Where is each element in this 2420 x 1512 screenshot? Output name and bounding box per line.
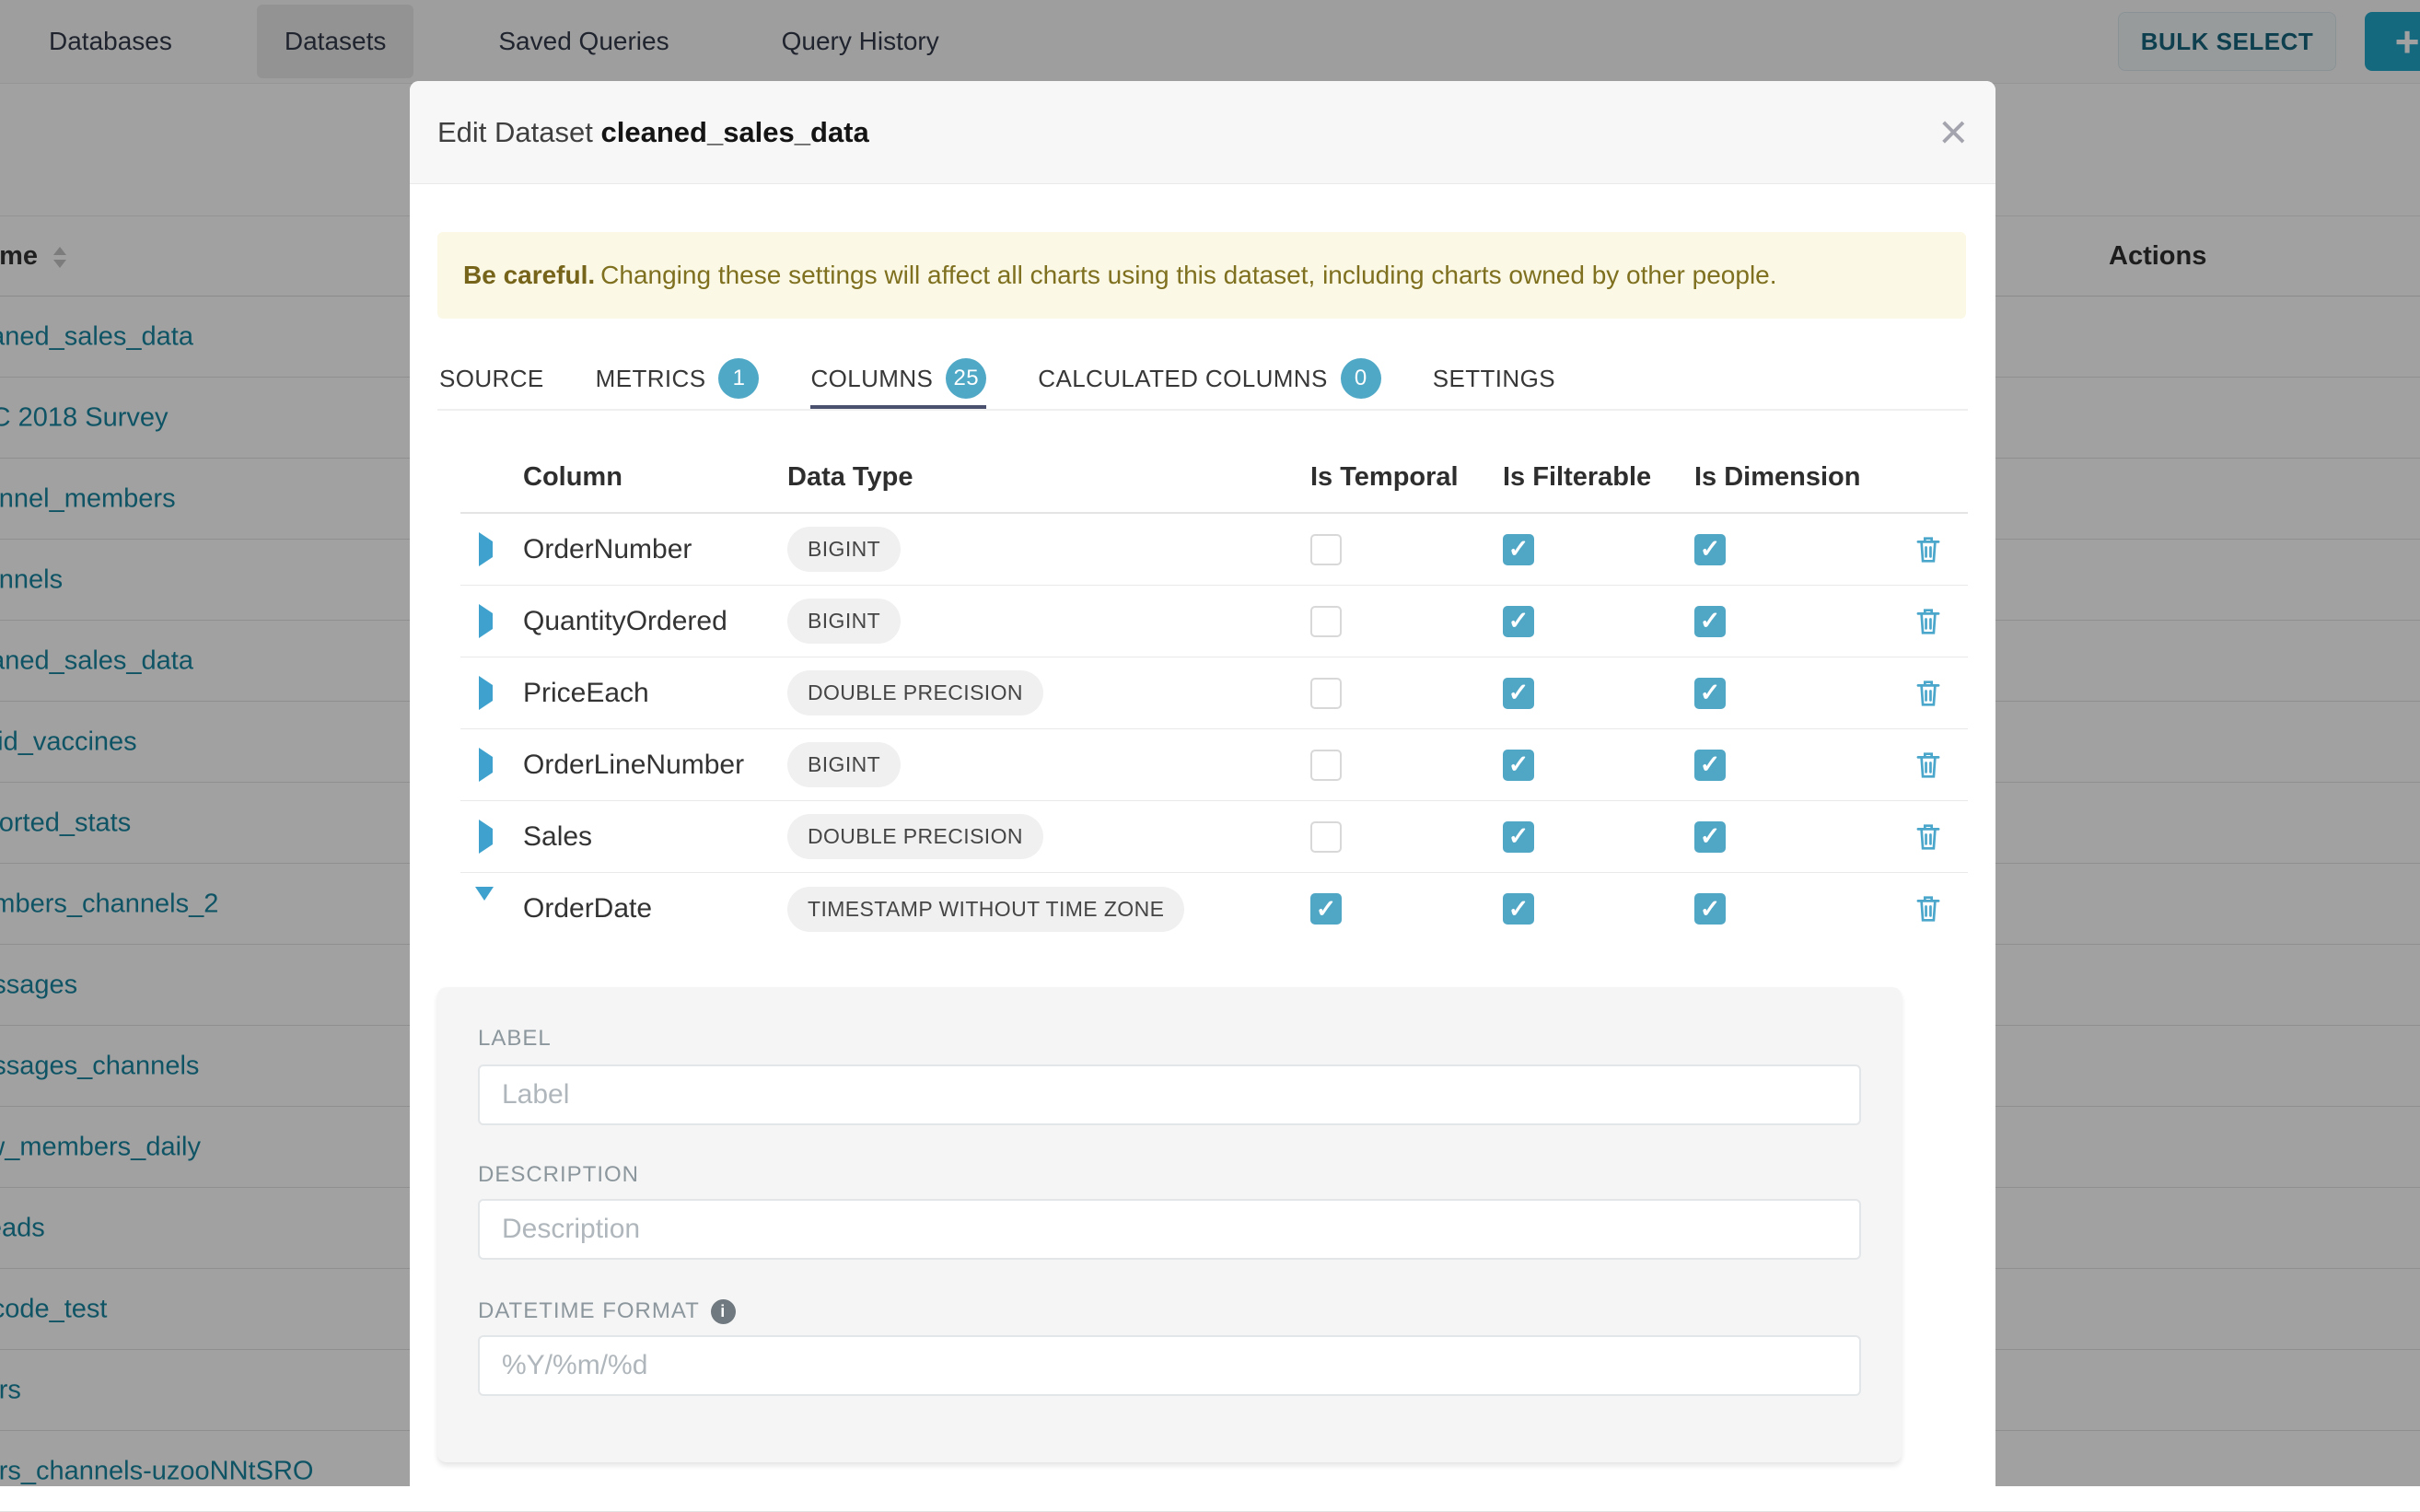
trash-icon[interactable] bbox=[1914, 822, 1942, 852]
expand-caret-icon[interactable] bbox=[479, 676, 493, 710]
data-type-pill: DOUBLE PRECISION bbox=[787, 814, 1043, 859]
tab-settings[interactable]: SETTINGS bbox=[1433, 350, 1555, 407]
is-dimension-checkbox[interactable] bbox=[1694, 821, 1726, 853]
is-dimension-checkbox[interactable] bbox=[1694, 678, 1726, 709]
tab-label: COLUMNS bbox=[810, 365, 933, 393]
expand-caret-icon[interactable] bbox=[479, 820, 493, 854]
is-temporal-checkbox[interactable] bbox=[1310, 678, 1342, 709]
datetime-format-section-heading: DATETIME FORMAT i bbox=[478, 1298, 736, 1324]
trash-icon[interactable] bbox=[1914, 894, 1942, 924]
column-editor-panel: LABEL DESCRIPTION DATETIME FORMAT i bbox=[437, 987, 1902, 1462]
data-type-pill: BIGINT bbox=[787, 527, 901, 572]
delete-column-button[interactable] bbox=[1694, 821, 1968, 853]
is-dimension-checkbox[interactable] bbox=[1694, 893, 1726, 925]
data-type-pill: TIMESTAMP WITHOUT TIME ZONE bbox=[787, 887, 1184, 932]
data-type-pill: BIGINT bbox=[787, 742, 901, 787]
modal-title-prefix: Edit Dataset bbox=[437, 116, 593, 148]
warning-banner-text: Changing these settings will affect all … bbox=[600, 261, 1776, 289]
info-icon[interactable]: i bbox=[711, 1299, 736, 1324]
modal-header: Edit Dataset cleaned_sales_data × bbox=[410, 81, 1995, 184]
header-is-filterable: Is Filterable bbox=[1503, 462, 1694, 493]
tab-columns[interactable]: COLUMNS 25 bbox=[810, 350, 986, 407]
is-filterable-checkbox[interactable] bbox=[1503, 606, 1534, 637]
label-section-heading: LABEL bbox=[478, 1026, 552, 1052]
warning-banner: Be careful.Changing these settings will … bbox=[437, 232, 1966, 319]
delete-column-button[interactable] bbox=[1694, 678, 1968, 709]
is-filterable-checkbox[interactable] bbox=[1503, 678, 1534, 709]
is-filterable-checkbox[interactable] bbox=[1503, 821, 1534, 853]
tab-count-badge: 0 bbox=[1341, 358, 1381, 399]
trash-icon[interactable] bbox=[1914, 750, 1942, 780]
tab-label: METRICS bbox=[596, 365, 706, 393]
modal-tabs: SOURCE METRICS 1 COLUMNS 25 CALCULATED COL… bbox=[439, 350, 1555, 407]
column-name: QuantityOrdered bbox=[523, 606, 787, 637]
description-input[interactable] bbox=[478, 1199, 1861, 1260]
tab-metrics[interactable]: METRICS 1 bbox=[596, 350, 760, 407]
columns-table-header: Column Data Type Is Temporal Is Filterab… bbox=[460, 442, 1968, 514]
tab-count-badge: 25 bbox=[946, 358, 986, 399]
datetime-format-input[interactable] bbox=[478, 1335, 1861, 1396]
is-temporal-checkbox[interactable] bbox=[1310, 606, 1342, 637]
is-filterable-checkbox[interactable] bbox=[1503, 750, 1534, 781]
expand-caret-icon[interactable] bbox=[479, 748, 493, 782]
header-is-temporal: Is Temporal bbox=[1310, 462, 1503, 493]
label-input[interactable] bbox=[478, 1064, 1861, 1125]
trash-icon[interactable] bbox=[1914, 607, 1942, 636]
delete-column-button[interactable] bbox=[1694, 534, 1968, 565]
is-filterable-checkbox[interactable] bbox=[1503, 534, 1534, 565]
modal-title-dataset-name: cleaned_sales_data bbox=[601, 116, 869, 148]
data-type-pill: DOUBLE PRECISION bbox=[787, 670, 1043, 715]
expand-caret-icon[interactable] bbox=[479, 532, 493, 566]
is-temporal-checkbox[interactable] bbox=[1310, 893, 1342, 925]
header-data-type: Data Type bbox=[787, 462, 1310, 493]
tab-calculated-columns[interactable]: CALCULATED COLUMNS 0 bbox=[1038, 350, 1380, 407]
column-row: PriceEach DOUBLE PRECISION bbox=[460, 657, 1968, 729]
columns-table: Column Data Type Is Temporal Is Filterab… bbox=[460, 442, 1968, 945]
delete-column-button[interactable] bbox=[1694, 893, 1968, 925]
column-row: OrderLineNumber BIGINT bbox=[460, 729, 1968, 801]
is-temporal-checkbox[interactable] bbox=[1310, 534, 1342, 565]
tab-source[interactable]: SOURCE bbox=[439, 350, 544, 407]
column-name: OrderLineNumber bbox=[523, 750, 787, 781]
is-filterable-checkbox[interactable] bbox=[1503, 893, 1534, 925]
trash-icon[interactable] bbox=[1914, 679, 1942, 708]
edit-dataset-modal: Edit Dataset cleaned_sales_data × Be car… bbox=[410, 81, 1995, 1486]
tab-label: SOURCE bbox=[439, 365, 544, 393]
description-section-heading: DESCRIPTION bbox=[478, 1162, 639, 1188]
column-row: QuantityOrdered BIGINT bbox=[460, 586, 1968, 657]
header-column: Column bbox=[523, 462, 787, 493]
delete-column-button[interactable] bbox=[1694, 750, 1968, 781]
is-dimension-checkbox[interactable] bbox=[1694, 750, 1726, 781]
data-type-pill: BIGINT bbox=[787, 599, 901, 644]
column-name: OrderDate bbox=[523, 893, 787, 925]
is-temporal-checkbox[interactable] bbox=[1310, 821, 1342, 853]
datetime-format-label: DATETIME FORMAT bbox=[478, 1298, 700, 1324]
warning-banner-bold: Be careful. bbox=[463, 261, 595, 289]
collapse-caret-icon[interactable] bbox=[475, 887, 494, 916]
delete-column-button[interactable] bbox=[1694, 606, 1968, 637]
tab-label: SETTINGS bbox=[1433, 365, 1555, 393]
expand-caret-icon[interactable] bbox=[479, 604, 493, 638]
column-row: Sales DOUBLE PRECISION bbox=[460, 801, 1968, 873]
trash-icon[interactable] bbox=[1914, 535, 1942, 564]
tab-count-badge: 1 bbox=[718, 358, 759, 399]
is-dimension-checkbox[interactable] bbox=[1694, 534, 1726, 565]
is-dimension-checkbox[interactable] bbox=[1694, 606, 1726, 637]
is-temporal-checkbox[interactable] bbox=[1310, 750, 1342, 781]
tabs-divider bbox=[437, 409, 1968, 411]
column-name: Sales bbox=[523, 821, 787, 853]
tab-label: CALCULATED COLUMNS bbox=[1038, 365, 1327, 393]
modal-title: Edit Dataset cleaned_sales_data bbox=[437, 116, 869, 149]
close-icon[interactable]: × bbox=[1938, 112, 1968, 152]
column-row: OrderNumber BIGINT bbox=[460, 514, 1968, 586]
column-name: OrderNumber bbox=[523, 534, 787, 565]
header-is-dimension: Is Dimension bbox=[1694, 462, 1968, 493]
column-name: PriceEach bbox=[523, 678, 787, 709]
column-row-expanded: OrderDate TIMESTAMP WITHOUT TIME ZONE bbox=[460, 873, 1968, 945]
